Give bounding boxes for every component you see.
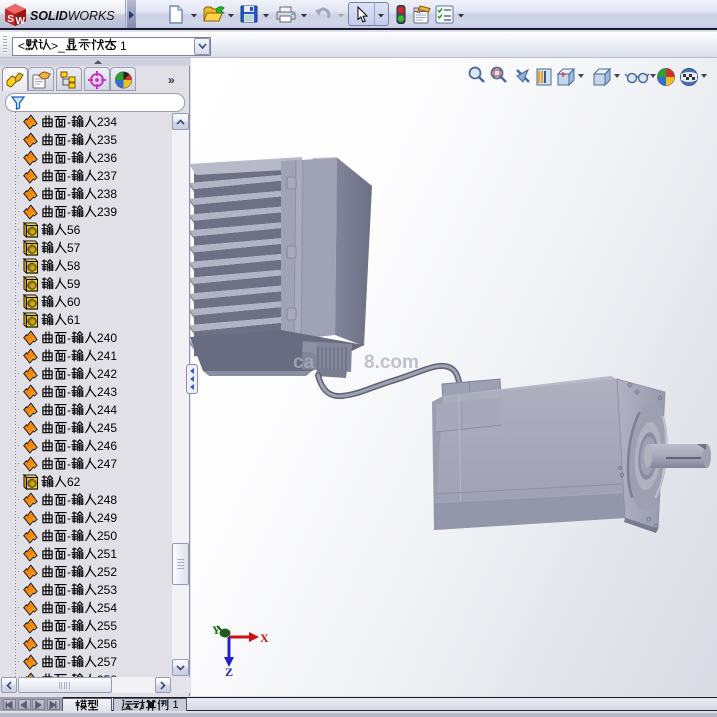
svg-text:X: X (260, 631, 269, 645)
svg-text:Y: Y (212, 623, 221, 637)
svg-text:8.com: 8.com (364, 352, 419, 373)
svg-text:Z: Z (225, 665, 233, 679)
svg-text:ca: ca (293, 352, 315, 373)
